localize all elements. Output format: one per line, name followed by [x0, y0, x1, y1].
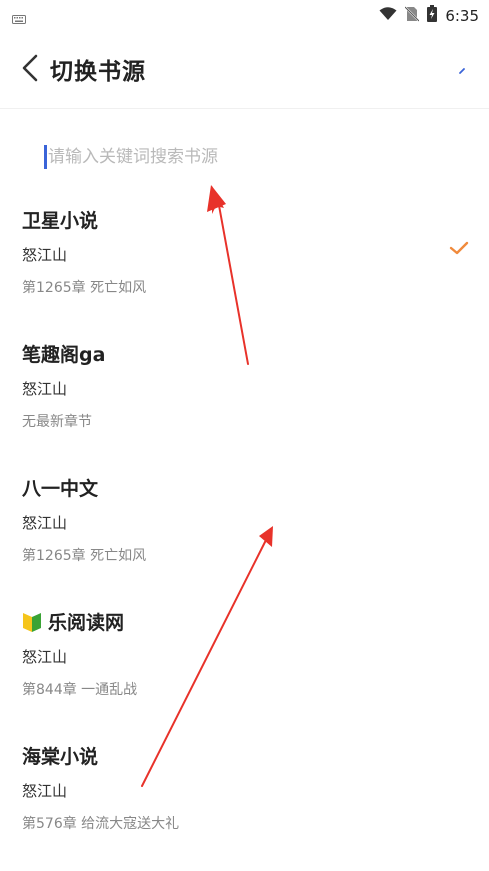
source-latest-chapter: 第1265章 死亡如风	[22, 548, 147, 564]
selected-check-icon	[449, 241, 469, 255]
source-item[interactable]: 海棠小说 怒江山 第576章 给流大寇送大礼	[0, 732, 489, 866]
source-item[interactable]: 笔趣阁ga 怒江山 无最新章节	[0, 330, 489, 464]
source-author: 怒江山	[22, 380, 68, 398]
beginner-badge-icon	[23, 612, 41, 632]
source-name: 笔趣阁ga	[22, 344, 106, 366]
text-caret	[44, 145, 47, 169]
source-latest-chapter: 无最新章节	[22, 414, 92, 430]
keyboard-icon	[12, 9, 26, 28]
back-button[interactable]	[14, 48, 46, 88]
source-item[interactable]: 卫星小说 怒江山 第1265章 死亡如风	[0, 196, 489, 330]
confirm-button[interactable]	[445, 58, 467, 80]
page-title: 切换书源	[50, 59, 146, 85]
source-latest-chapter: 第1265章 死亡如风	[22, 280, 147, 296]
source-author: 怒江山	[22, 648, 68, 666]
source-name: 八一中文	[22, 478, 99, 500]
chevron-left-icon	[22, 54, 38, 82]
no-sim-icon	[404, 5, 421, 26]
status-bar: 6:35	[0, 0, 489, 28]
search-input[interactable]	[48, 142, 428, 172]
source-name: 海棠小说	[22, 746, 99, 768]
source-item[interactable]: 乐阅读网 怒江山 第844章 一通乱战	[0, 598, 489, 732]
source-latest-chapter: 第844章 一通乱战	[22, 682, 138, 698]
source-name: 卫星小说	[22, 210, 99, 232]
source-list: 卫星小说 怒江山 第1265章 死亡如风 笔趣阁ga 怒江山 无最新章节 八一中…	[0, 196, 489, 866]
source-author: 怒江山	[22, 514, 68, 532]
wifi-icon	[379, 6, 397, 25]
source-author: 怒江山	[22, 782, 68, 800]
check-icon	[459, 68, 465, 74]
source-latest-chapter: 第576章 给流大寇送大礼	[22, 816, 180, 832]
source-author: 怒江山	[22, 246, 68, 264]
battery-charging-icon	[427, 5, 438, 26]
search-bar[interactable]	[44, 142, 444, 172]
title-bar: 切换书源	[0, 38, 489, 98]
clock: 6:35	[445, 6, 479, 25]
title-divider	[0, 108, 489, 109]
source-item[interactable]: 八一中文 怒江山 第1265章 死亡如风	[0, 464, 489, 598]
source-name: 乐阅读网	[48, 612, 125, 634]
